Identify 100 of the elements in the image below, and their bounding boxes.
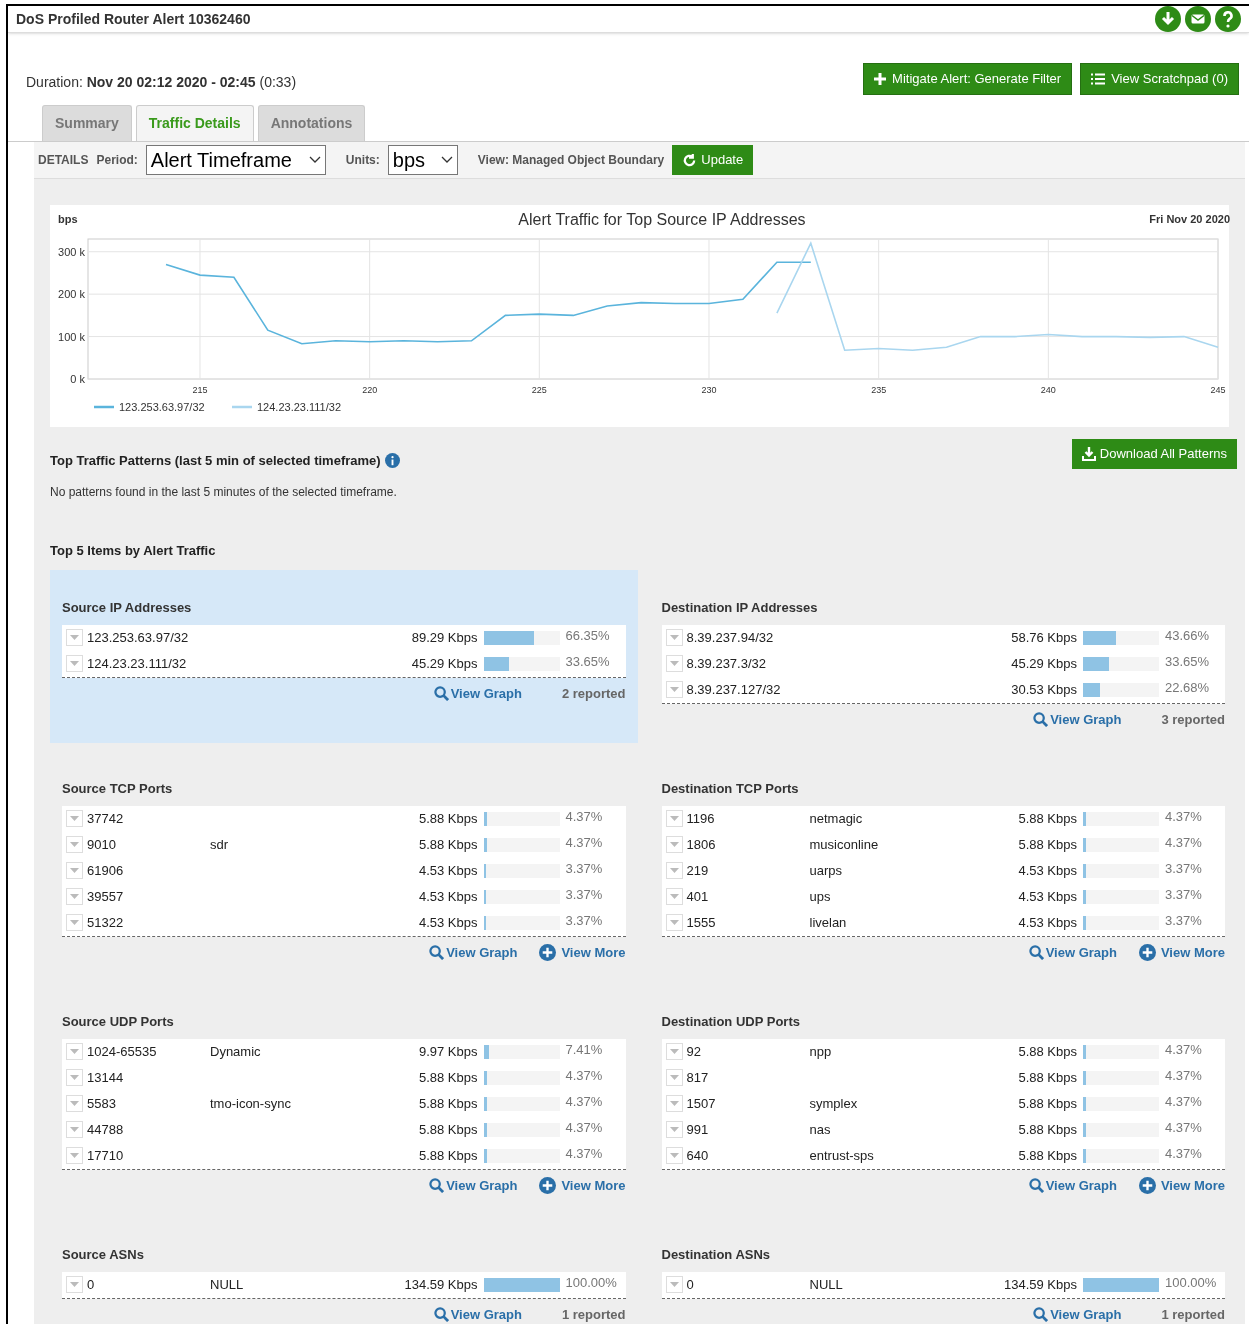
table-cell-text: 13144 bbox=[87, 1068, 125, 1087]
table-cell-text: 124.23.23.111/32 bbox=[87, 654, 188, 673]
tab[interactable]: Traffic Details bbox=[135, 105, 254, 141]
section-title: Source TCP Ports bbox=[62, 780, 174, 798]
view-graph-link[interactable]: View Graph bbox=[429, 942, 518, 962]
view-more-link[interactable]: View More bbox=[1138, 1175, 1225, 1195]
download-icon bbox=[1081, 447, 1096, 461]
view-more-link[interactable]: View More bbox=[539, 1175, 626, 1195]
table-cell-text: 3.37% bbox=[565, 911, 603, 930]
section-title: Top Traffic Patterns (last 5 min of selected timeframe) bbox=[50, 452, 381, 470]
dropdown-icon[interactable] bbox=[665, 888, 683, 905]
dropdown-icon[interactable] bbox=[66, 810, 83, 827]
table-cell-text: 4.37% bbox=[1165, 1144, 1202, 1163]
view-graph-link[interactable]: View Graph bbox=[1033, 1304, 1122, 1324]
dropdown-icon[interactable] bbox=[66, 1095, 83, 1112]
dropdown-icon[interactable] bbox=[66, 1043, 83, 1060]
table-cell-text: 4.37% bbox=[565, 1144, 603, 1163]
dropdown-icon[interactable] bbox=[66, 1276, 83, 1293]
download-icon[interactable] bbox=[1155, 6, 1181, 32]
view-graph-link[interactable]: View Graph bbox=[1028, 942, 1117, 962]
view-more-link[interactable]: View More bbox=[539, 942, 626, 962]
dropdown-icon[interactable] bbox=[66, 888, 83, 905]
table-cell-text: 4.53 Kbps bbox=[417, 887, 478, 906]
view-label: View: Managed Object Boundary bbox=[477, 152, 665, 169]
table-cell-text: 7.41% bbox=[565, 1040, 603, 1059]
chart-date: Fri Nov 20 2020 bbox=[1149, 213, 1230, 225]
table-cell-text: 92 bbox=[686, 1042, 702, 1061]
dropdown-icon[interactable] bbox=[66, 836, 83, 853]
duration-value: Nov 20 02:12 2020 - 02:45 bbox=[86, 74, 256, 90]
table-cell-text: nas bbox=[809, 1120, 832, 1139]
table-cell-text: 640 bbox=[686, 1146, 710, 1165]
dropdown-icon[interactable] bbox=[66, 914, 83, 931]
reported-count: 1 reported bbox=[1161, 1305, 1225, 1324]
table-cell-text: 3.37% bbox=[565, 885, 603, 904]
dropdown-icon[interactable] bbox=[665, 629, 683, 646]
dropdown-icon[interactable] bbox=[665, 1147, 683, 1164]
tab[interactable]: Summary bbox=[42, 105, 132, 141]
search-icon bbox=[429, 944, 445, 960]
info-icon[interactable] bbox=[384, 453, 400, 469]
table-cell-text: 0 bbox=[87, 1275, 96, 1294]
section-title: Source UDP Ports bbox=[62, 1013, 175, 1031]
table-cell-text: 1806 bbox=[686, 835, 717, 854]
table-cell-text: 4.53 Kbps bbox=[1017, 913, 1077, 932]
table-cell-text: 4.37% bbox=[1165, 1092, 1202, 1111]
scratchpad-button[interactable]: View Scratchpad (0) bbox=[1080, 63, 1239, 95]
dropdown-icon[interactable] bbox=[665, 810, 683, 827]
dropdown-icon[interactable] bbox=[665, 1069, 683, 1086]
dropdown[interactable]: bps bbox=[387, 145, 458, 175]
table-cell-text: musiconline bbox=[809, 835, 880, 854]
table-cell-text: 9.97 Kbps bbox=[417, 1042, 478, 1061]
view-graph-link[interactable]: View Graph bbox=[433, 1304, 522, 1324]
section-title: Destination TCP Ports bbox=[661, 780, 800, 798]
table-cell-text: 8.39.237.94/32 bbox=[686, 628, 775, 647]
dropdown-icon[interactable] bbox=[665, 836, 683, 853]
chevron-icon bbox=[440, 156, 453, 164]
dropdown[interactable]: Alert Timeframe bbox=[145, 145, 326, 175]
mail-icon[interactable] bbox=[1185, 6, 1211, 32]
dropdown-icon[interactable] bbox=[665, 1043, 683, 1060]
table-cell-text: tmo-icon-sync bbox=[210, 1094, 292, 1113]
dropdown-icon[interactable] bbox=[665, 914, 683, 931]
table-cell-text: 401 bbox=[686, 887, 710, 906]
mitigate-button[interactable]: Mitigate Alert: Generate Filter bbox=[863, 63, 1073, 95]
table-cell-text: 33.65% bbox=[1165, 652, 1210, 671]
dropdown-icon[interactable] bbox=[665, 1276, 683, 1293]
legend-item: 124.23.23.111/32 bbox=[232, 401, 341, 413]
dropdown-icon[interactable] bbox=[665, 1095, 683, 1112]
update-button[interactable]: Update bbox=[672, 145, 754, 175]
dropdown-icon[interactable] bbox=[66, 1121, 83, 1138]
table-cell-text: 5.88 Kbps bbox=[417, 1068, 478, 1087]
dropdown-icon[interactable] bbox=[66, 629, 83, 646]
dropdown-icon[interactable] bbox=[66, 1069, 83, 1086]
table-cell-text: 5.88 Kbps bbox=[417, 1146, 478, 1165]
table-cell-text: 5583 bbox=[87, 1094, 117, 1113]
help-icon[interactable] bbox=[1215, 6, 1241, 32]
dropdown-icon[interactable] bbox=[665, 655, 683, 672]
view-graph-link[interactable]: View Graph bbox=[1033, 709, 1122, 729]
download-button[interactable]: Download All Patterns bbox=[1071, 439, 1237, 469]
view-more-link[interactable]: View More bbox=[1138, 942, 1225, 962]
dropdown-icon[interactable] bbox=[665, 862, 683, 879]
table-cell-text: 33.65% bbox=[565, 652, 610, 671]
search-icon bbox=[1028, 944, 1044, 960]
dropdown-icon[interactable] bbox=[66, 1147, 83, 1164]
view-graph-link[interactable]: View Graph bbox=[433, 683, 522, 703]
view-graph-link[interactable]: View Graph bbox=[429, 1175, 518, 1195]
tab[interactable]: Annotations bbox=[257, 105, 366, 141]
legend-label: 123.253.63.97/32 bbox=[119, 401, 205, 413]
dropdown-icon[interactable] bbox=[665, 681, 683, 698]
table-cell-text: symplex bbox=[809, 1094, 859, 1113]
dropdown-icon[interactable] bbox=[66, 862, 83, 879]
section-title: Destination IP Addresses bbox=[661, 599, 819, 617]
units-label: Units: bbox=[345, 152, 380, 169]
view-graph-link[interactable]: View Graph bbox=[1028, 1175, 1117, 1195]
table-cell-text: sdr bbox=[210, 835, 230, 854]
table-cell-text: 66.35% bbox=[565, 626, 610, 645]
dropdown-icon[interactable] bbox=[66, 655, 83, 672]
dropdown-icon[interactable] bbox=[665, 1121, 683, 1138]
legend-item: 123.253.63.97/32 bbox=[94, 401, 205, 413]
chart-title: Alert Traffic for Top Source IP Addresses bbox=[518, 211, 806, 228]
search-icon bbox=[1033, 1306, 1049, 1322]
table-cell-text: entrust-sps bbox=[809, 1146, 875, 1165]
